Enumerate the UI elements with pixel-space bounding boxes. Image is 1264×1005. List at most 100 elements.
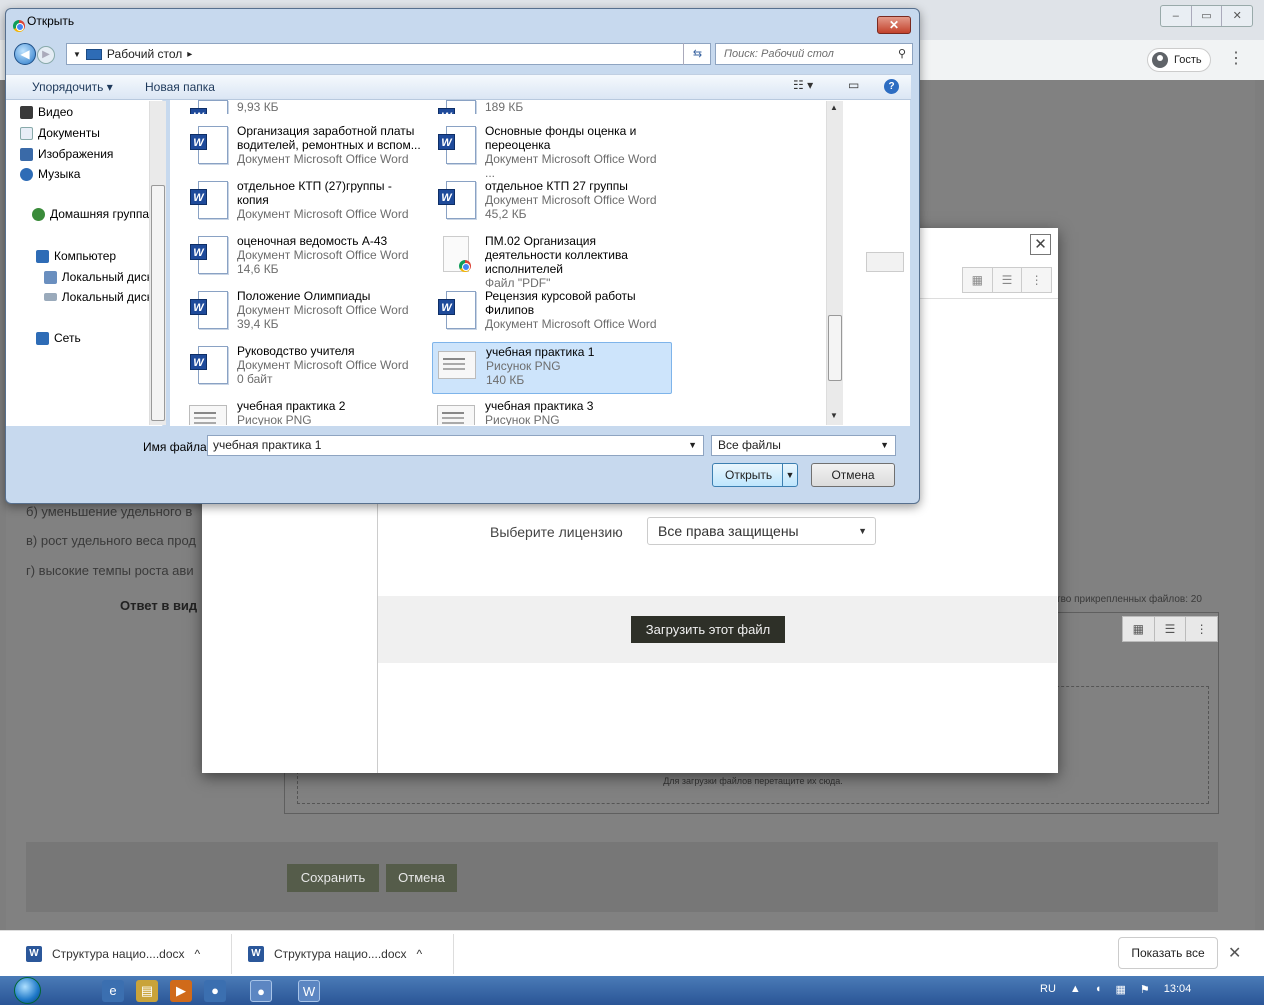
file-item[interactable]: учебная практика 1 Рисунок PNG 140 КБ [432,342,672,394]
network-icon[interactable]: ▦ [1115,983,1125,996]
scroll-up-icon[interactable]: ▲ [830,103,838,112]
tree-view-icon[interactable]: ⋮ [1022,268,1051,292]
help-icon[interactable]: ? [884,79,899,94]
show-all-button[interactable]: Показать все [1118,937,1218,969]
dialog-close-button[interactable]: ✕ [877,16,911,34]
path-label[interactable]: Рабочий стол [107,47,182,61]
organize-button[interactable]: Упорядочить ▾ [32,80,113,94]
chevron-up-icon[interactable]: ^ [195,947,201,961]
file-meta: 45,2 КБ [485,207,527,221]
browser-menu-icon[interactable]: ⋮ [1228,50,1244,70]
word-doc-icon: W [248,946,264,962]
word-icon[interactable]: W [298,980,320,1002]
minimize-button[interactable]: – [1161,6,1192,26]
tree-view-icon[interactable]: ⋮ [1186,617,1217,641]
refresh-icon[interactable]: ⇆ [683,43,711,65]
file-item[interactable]: учебная практика 3 Рисунок PNG [432,397,672,425]
file-item[interactable]: W Основные фонды оценка и переоценка Докум… [432,122,672,180]
filename-input[interactable]: учебная практика 1 ▼ [207,435,704,456]
chevron-right-icon[interactable]: ▸ [187,49,192,60]
file-name: учебная практика 1 [486,345,595,359]
file-item[interactable]: W Организация заработной платы водителей,… [184,122,424,174]
start-button[interactable] [14,977,41,1004]
media-player-icon[interactable]: ▶ [170,980,192,1002]
file-item[interactable]: W Положение Олимпиады Документ Microsoft O… [184,287,424,339]
file-item[interactable]: Wоценочная ведомость А-43 Документ Micros… [184,232,424,284]
file-item[interactable]: Wотдельное КТП 27 группы Документ Microso… [432,177,672,229]
list-view-icon[interactable]: ☰ [1155,617,1187,641]
chevron-down-icon[interactable]: ▼ [880,436,889,455]
nav-item-documents[interactable]: Документы [20,126,152,140]
maximize-button[interactable]: ▭ [1192,6,1223,26]
scroll-down-icon[interactable]: ▼ [830,411,838,420]
download-item[interactable]: W Структура нацио....docx ^ [238,934,452,974]
file-name: Положение Олимпиады [237,289,371,303]
file-item[interactable]: ПМ.02 Организация деятельности коллектив… [432,232,672,290]
explorer-icon[interactable]: ▤ [136,980,158,1002]
file-item[interactable]: W Рецензия курсовой работы Филипов Докумен… [432,287,672,339]
upload-file-button[interactable]: Загрузить этот файл [631,616,785,643]
license-label: Выберите лицензию [490,524,623,540]
nav-item-local-disk[interactable]: Локальный диск [44,290,152,304]
nav-item-local-disk[interactable]: Локальный диск [44,270,152,284]
search-input[interactable]: Поиск: Рабочий стол ⚲ [715,43,913,65]
view-options-icon[interactable]: ☷ ▾ [793,78,813,92]
file-meta: Документ Microsoft Office Word [237,358,409,372]
save-button[interactable]: Сохранить [287,864,379,892]
file-type-select[interactable]: Все файлы ▼ [711,435,896,456]
volume-icon[interactable]: ◖ [1095,983,1102,996]
preview-pane-icon[interactable]: ▭ [848,78,859,92]
chrome-active-icon[interactable]: ● [250,980,272,1002]
download-item[interactable]: W Структура нацио....docx ^ [16,934,230,974]
file-item[interactable]: Wотдельное КТП (27)группы - копия Докумен… [184,177,424,229]
flag-icon[interactable]: ⚑ [1140,983,1150,996]
file-item[interactable]: W 9,93 КБ [184,92,424,118]
language-indicator[interactable]: RU [1040,983,1056,996]
back-button[interactable]: ◀ [14,43,36,65]
chevron-up-icon[interactable]: ^ [417,947,423,961]
list-view-icon[interactable]: ☰ [993,268,1023,292]
ie-icon[interactable]: e [102,980,124,1002]
chrome-icon[interactable]: ● [204,980,226,1002]
nav-item-images[interactable]: Изображения [20,147,152,161]
word-file-icon: W [187,289,229,331]
grid-view-icon[interactable]: ▦ [1123,617,1155,641]
file-item[interactable]: W 189 КБ [432,92,672,118]
address-bar[interactable]: ▼ Рабочий стол ▸ [66,43,711,65]
file-meta: Документ Microsoft Office Word [237,152,409,166]
guest-profile-button[interactable]: Гость [1147,48,1211,72]
license-select[interactable]: Все права защищены ▼ [647,517,876,545]
file-item[interactable]: учебная практика 2 Рисунок PNG [184,397,424,425]
chevron-down-icon[interactable]: ▼ [782,464,797,486]
tray-expand-icon[interactable]: ▲ [1070,983,1081,996]
close-icon[interactable]: ✕ [1228,943,1241,963]
nav-item-network[interactable]: Сеть [36,331,152,345]
scrollbar-thumb[interactable] [828,315,842,381]
computer-icon [36,249,49,263]
file-list-scrollbar[interactable]: ▲ ▼ [826,101,843,425]
modal-close-button[interactable]: ✕ [1030,234,1051,255]
form-actions-bar [26,842,1218,912]
close-window-button[interactable]: ✕ [1222,6,1252,26]
file-name: Организация заработной платы водителей, … [237,124,421,152]
nav-item-music[interactable]: Музыка [20,167,152,181]
word-file-icon: W [187,234,229,276]
cancel-button[interactable]: Отмена [386,864,457,892]
scrollbar-thumb[interactable] [151,185,165,421]
file-item[interactable]: W Руководство учителя Документ Microsoft O… [184,342,424,394]
system-tray: RU ▲ ◖ ▦ ⚑ 13:04 [1040,983,1191,996]
dialog-cancel-button[interactable]: Отмена [811,463,895,487]
nav-scrollbar[interactable] [149,101,166,425]
nav-item-computer[interactable]: Компьютер [36,249,152,263]
nav-item-homegroup[interactable]: Домашняя группа [32,207,152,221]
open-button[interactable]: Открыть ▼ [712,463,798,487]
nav-item-video[interactable]: Видео [20,105,152,119]
clock[interactable]: 13:04 [1164,983,1192,996]
chevron-down-icon[interactable]: ▼ [73,50,81,59]
chevron-down-icon[interactable]: ▼ [688,436,697,455]
file-meta: Рисунок PNG [486,359,561,373]
network-icon [36,331,49,345]
grid-view-icon[interactable]: ▦ [963,268,993,292]
question-option: г) высокие темпы роста ави [26,563,194,578]
forward-button[interactable]: ▶ [37,46,55,64]
